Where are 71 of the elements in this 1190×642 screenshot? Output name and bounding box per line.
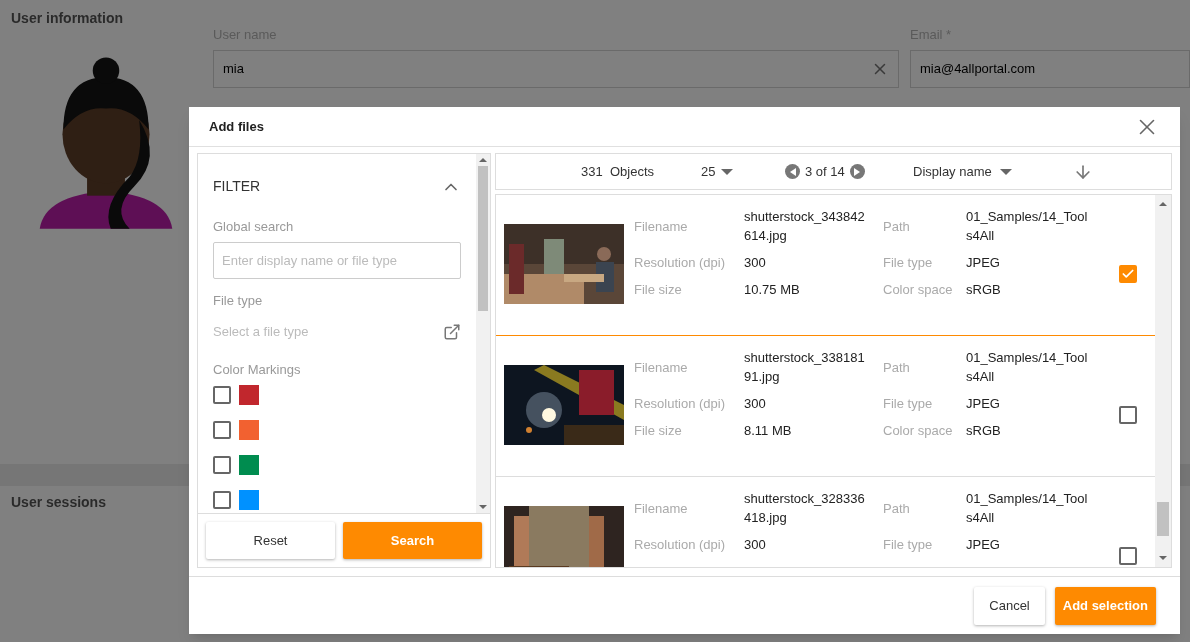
field-label: Resolution (dpi) bbox=[634, 536, 727, 554]
section-title: User sessions bbox=[11, 494, 106, 510]
field-value: 01_Samples/14_Tools4All bbox=[966, 208, 1088, 245]
field-label: Resolution (dpi) bbox=[634, 254, 727, 272]
field-label: File size bbox=[634, 281, 683, 299]
field-value: 300 bbox=[744, 254, 767, 272]
scroll-up-icon[interactable] bbox=[479, 158, 487, 162]
field-label: File type bbox=[883, 254, 934, 272]
field-label: Filename bbox=[634, 217, 689, 236]
field-label: Resolution (dpi) bbox=[634, 395, 727, 413]
field-label: Path bbox=[883, 217, 911, 236]
field-value: shutterstock_328336418.jpg bbox=[744, 490, 866, 527]
checkbox[interactable] bbox=[1119, 406, 1137, 424]
field-value: JPEG bbox=[966, 254, 1001, 272]
field-label: File type bbox=[883, 395, 934, 413]
field-label: Filename bbox=[634, 358, 689, 377]
scroll-down-icon[interactable] bbox=[1159, 556, 1167, 560]
checkbox[interactable] bbox=[1119, 265, 1137, 283]
user-name-field[interactable]: mia bbox=[213, 49, 899, 88]
checkbox[interactable] bbox=[213, 421, 231, 439]
object-count: 331 Objects bbox=[581, 162, 655, 181]
field-value: 01_Samples/14_Tools4All bbox=[966, 349, 1088, 386]
page-indicator: 3 of 14 bbox=[805, 162, 845, 181]
field-label: Global search bbox=[213, 218, 295, 236]
field-label: File size bbox=[634, 422, 683, 440]
field-value: 8.11 MB bbox=[744, 422, 793, 440]
checkbox[interactable] bbox=[213, 386, 231, 404]
reset-button[interactable]: Reset bbox=[206, 522, 335, 559]
check-icon bbox=[1121, 267, 1135, 281]
field-value: sRGB bbox=[966, 281, 1002, 299]
scroll-down-icon[interactable] bbox=[479, 505, 487, 509]
field-label: Filename bbox=[634, 499, 689, 518]
field-value: sRGB bbox=[966, 422, 1002, 440]
field-label: Path bbox=[883, 358, 911, 377]
field-label: Color space bbox=[883, 422, 954, 440]
page-size-select[interactable]: 25 bbox=[701, 161, 785, 182]
field-label: File type bbox=[883, 536, 934, 554]
section-title: User information bbox=[11, 10, 123, 26]
field-value: 10.75 MB bbox=[744, 281, 801, 299]
field-value: mia@4allportal.com bbox=[920, 59, 1036, 78]
file-row[interactable]: Filename shutterstock_343842614.jpg Path 01_Samples/14_Tools4All Resolution (dpi) 300 File type JPEG File size 10.75 MB Color space sRGB bbox=[496, 195, 1155, 336]
checkbox[interactable] bbox=[213, 491, 231, 509]
previous-page-icon[interactable] bbox=[785, 164, 800, 179]
scroll-thumb[interactable] bbox=[1157, 502, 1169, 536]
field-label: Color Markings bbox=[213, 360, 302, 379]
field-value: JPEG bbox=[966, 536, 1001, 554]
field-value: shutterstock_343842614.jpg bbox=[744, 208, 866, 245]
scroll-thumb[interactable] bbox=[478, 166, 488, 311]
dialog-title: Add files bbox=[209, 117, 264, 136]
field-value: mia bbox=[223, 59, 245, 78]
field-value: JPEG bbox=[966, 395, 1001, 413]
field-value: shutterstock_33818191.jpg bbox=[744, 349, 866, 386]
search-field[interactable]: Enter display name or file type bbox=[213, 241, 461, 279]
field-label: Color space bbox=[883, 281, 954, 299]
checkbox[interactable] bbox=[1119, 547, 1137, 565]
cancel-button[interactable]: Cancel bbox=[974, 586, 1045, 625]
open-icon[interactable] bbox=[443, 322, 461, 341]
email-field[interactable]: mia@4allportal.com bbox=[910, 49, 1190, 88]
checkbox[interactable] bbox=[213, 456, 231, 474]
field-value: 01_Samples/14_Tools4All bbox=[966, 490, 1088, 527]
field-label: File type bbox=[213, 291, 264, 310]
scrollbar[interactable] bbox=[1155, 195, 1171, 567]
scrollbar[interactable] bbox=[476, 154, 490, 513]
field-value: 300 bbox=[744, 536, 767, 554]
scroll-up-icon[interactable] bbox=[1159, 202, 1167, 206]
next-page-icon[interactable] bbox=[849, 164, 865, 179]
field-value: 300 bbox=[744, 395, 767, 413]
file-row[interactable]: Filename shutterstock_33818191.jpg Path 01_Samples/14_Tools4All Resolution (dpi) 300 File type JPEG File size 8.11 MB Color space sRGB bbox=[496, 336, 1155, 477]
sort-select[interactable]: Display name bbox=[913, 161, 1073, 182]
field-label: Path bbox=[883, 499, 911, 518]
filter-title: FILTER bbox=[213, 177, 261, 196]
